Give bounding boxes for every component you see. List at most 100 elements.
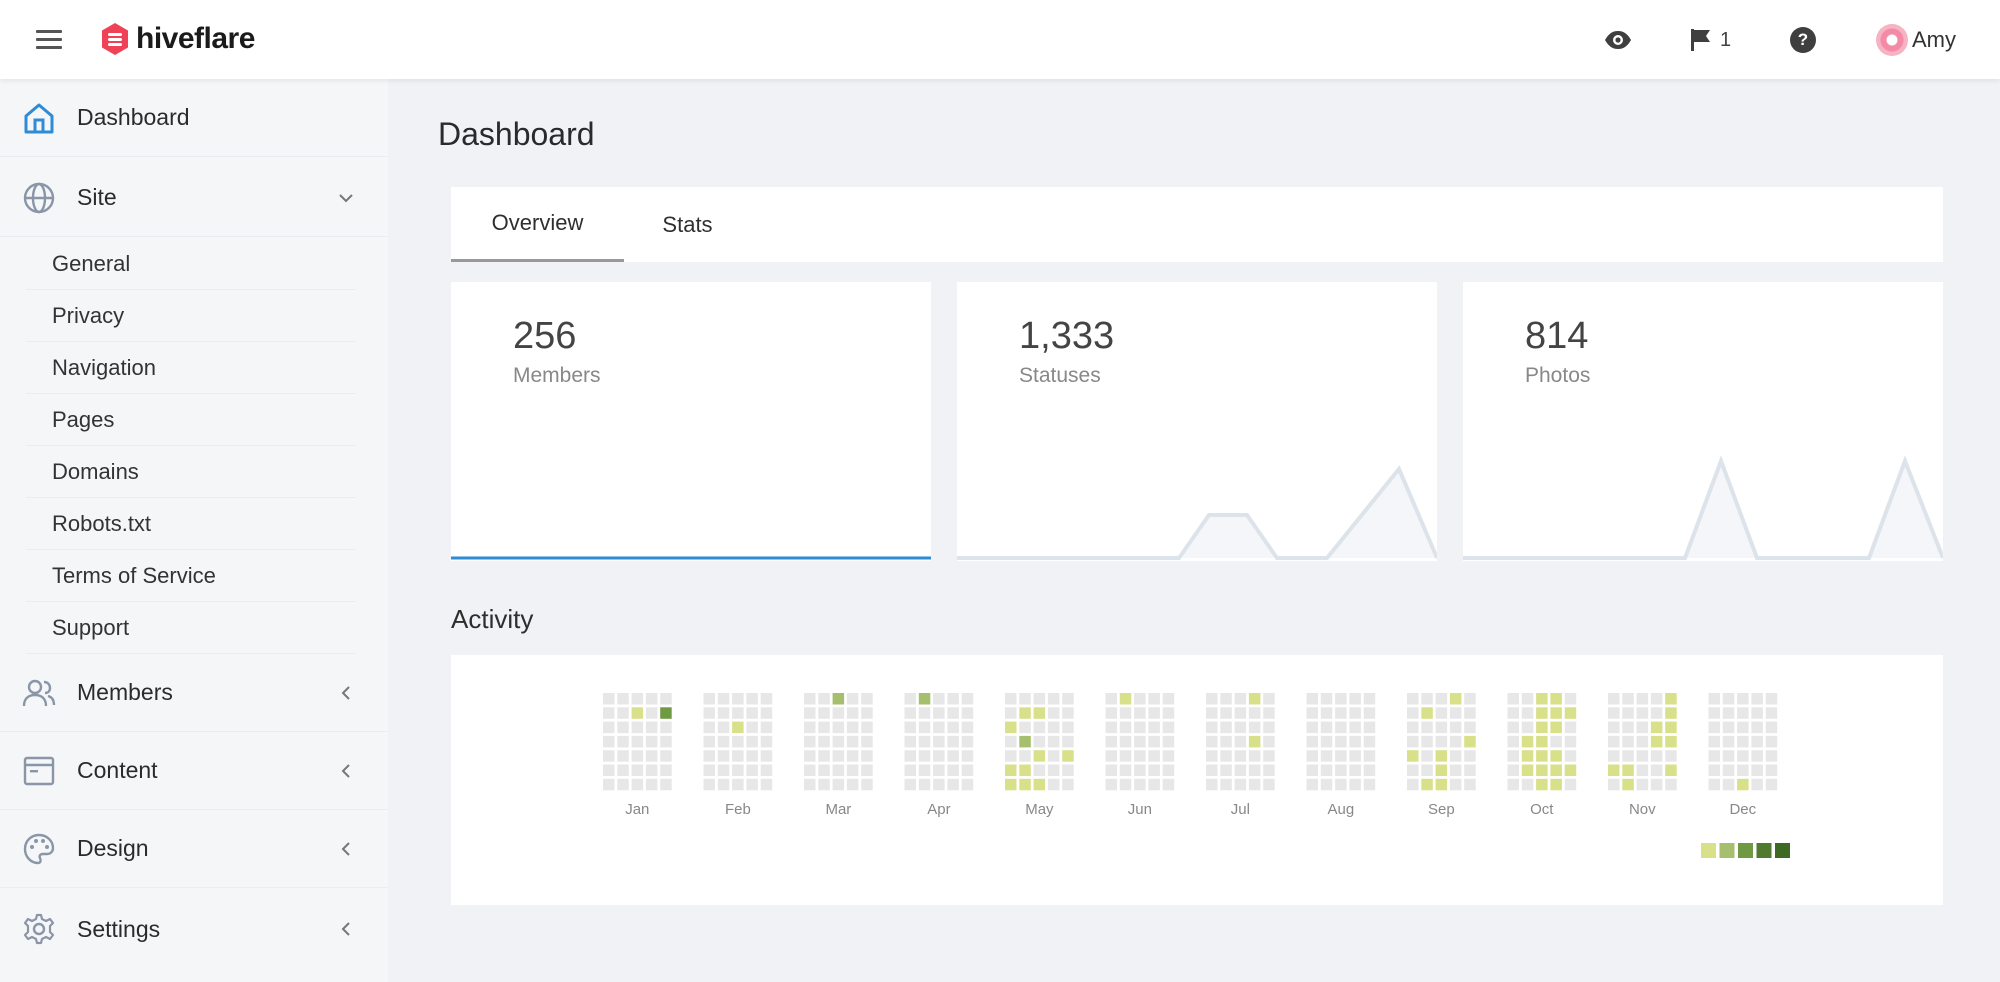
- tab-overview[interactable]: Overview: [451, 187, 624, 262]
- activity-day-cell: [1765, 693, 1778, 705]
- sidebar-item-label: Members: [77, 679, 173, 705]
- activity-day-cell: [1650, 735, 1663, 748]
- activity-day-cell: [1134, 693, 1146, 705]
- activity-day-cell: [1507, 693, 1519, 705]
- activity-day-cell: [1521, 750, 1534, 762]
- activity-day-cell: [1449, 735, 1462, 748]
- sidebar-item-site[interactable]: Site: [0, 159, 388, 237]
- month-label: Jul: [1231, 801, 1250, 818]
- sidebar-item-label: Content: [77, 757, 158, 783]
- activity-day-cell: [1737, 693, 1749, 705]
- activity-day-cell: [617, 778, 629, 791]
- activity-day-cell: [703, 750, 715, 762]
- activity-day-cell: [961, 778, 974, 791]
- activity-day-cell: [1134, 707, 1146, 719]
- activity-day-cell: [1449, 764, 1462, 776]
- sidebar-subitem-pages[interactable]: Pages: [26, 394, 356, 446]
- activity-day-cell: [1550, 750, 1562, 762]
- activity-day-cell: [617, 721, 629, 734]
- stat-card-photos[interactable]: 814 Photos: [1463, 282, 1943, 561]
- activity-day-cell: [603, 707, 615, 719]
- activity-day-cell: [1421, 750, 1433, 762]
- brand-logo[interactable]: hiveflare: [100, 22, 255, 56]
- month-label: Nov: [1629, 801, 1656, 818]
- activity-day-cell: [1005, 735, 1017, 748]
- activity-day-cell: [1005, 764, 1017, 776]
- sidebar-subitem-label: Terms of Service: [52, 562, 216, 588]
- menu-icon[interactable]: [36, 30, 62, 50]
- sidebar-subitem-terms[interactable]: Terms of Service: [26, 550, 356, 602]
- activity-day-cell: [1306, 721, 1318, 734]
- activity-day-cell: [717, 707, 730, 719]
- activity-day-cell: [1536, 750, 1548, 762]
- activity-day-cell: [645, 750, 658, 762]
- activity-day-cell: [904, 693, 916, 705]
- activity-day-cell: [760, 750, 773, 762]
- activity-day-cell: [1062, 707, 1074, 719]
- activity-day-cell: [1033, 764, 1046, 776]
- activity-day-cell: [1521, 764, 1534, 776]
- activity-day-cell: [1765, 707, 1778, 719]
- sidebar-subitem-support[interactable]: Support: [26, 602, 356, 654]
- activity-day-cell: [717, 693, 730, 705]
- activity-day-cell: [1162, 735, 1175, 748]
- activity-day-cell: [832, 707, 845, 719]
- activity-day-cell: [660, 764, 672, 776]
- activity-day-cell: [1019, 693, 1031, 705]
- stat-card-statuses[interactable]: 1,333 Statuses: [957, 282, 1437, 561]
- sidebar-item-content[interactable]: Content: [0, 732, 388, 810]
- sidebar-subitem-navigation[interactable]: Navigation: [26, 342, 356, 394]
- activity-day-cell: [1062, 778, 1074, 791]
- sidebar-subitem-robots[interactable]: Robots.txt: [26, 498, 356, 550]
- activity-day-cell: [818, 693, 830, 705]
- gear-icon: [23, 913, 55, 945]
- help-button[interactable]: ?: [1790, 24, 1816, 56]
- activity-day-cell: [603, 764, 615, 776]
- activity-day-cell: [760, 693, 773, 705]
- sidebar-subitem-general[interactable]: General: [26, 238, 356, 290]
- activity-day-cell: [1564, 721, 1577, 734]
- activity-day-cell: [933, 707, 945, 719]
- activity-day-cell: [1363, 778, 1376, 791]
- sidebar-item-settings[interactable]: Settings: [0, 890, 388, 968]
- members-sparkline: [451, 556, 931, 560]
- activity-day-cell: [1650, 750, 1663, 762]
- sidebar-subitem-privacy[interactable]: Privacy: [26, 290, 356, 342]
- activity-day-cell: [1047, 693, 1060, 705]
- reports-button[interactable]: 1: [1690, 24, 1731, 56]
- stat-card-members[interactable]: 256 Members: [451, 282, 931, 561]
- page-title: Dashboard: [438, 116, 595, 152]
- activity-day-cell: [1335, 750, 1347, 762]
- activity-day-cell: [846, 735, 859, 748]
- activity-day-cell: [1220, 750, 1232, 762]
- activity-day-cell: [1062, 693, 1074, 705]
- activity-day-cell: [1751, 721, 1763, 734]
- activity-day-cell: [1507, 707, 1519, 719]
- activity-day-cell: [1162, 721, 1175, 734]
- sidebar-subitem-domains[interactable]: Domains: [26, 446, 356, 498]
- activity-day-cell: [1162, 764, 1175, 776]
- activity-day-cell: [1320, 707, 1333, 719]
- activity-day-cell: [1363, 764, 1376, 776]
- sidebar-item-design[interactable]: Design: [0, 810, 388, 888]
- month-label: Feb: [725, 801, 751, 818]
- activity-day-cell: [861, 778, 873, 791]
- activity-day-cell: [1148, 750, 1160, 762]
- activity-day-cell: [861, 735, 873, 748]
- tab-stats[interactable]: Stats: [624, 187, 751, 262]
- activity-day-cell: [861, 693, 873, 705]
- activity-day-cell: [631, 778, 644, 791]
- sidebar-item-members[interactable]: Members: [0, 654, 388, 732]
- activity-day-cell: [631, 750, 644, 762]
- activity-day-cell: [617, 764, 629, 776]
- activity-day-cell: [933, 721, 945, 734]
- sidebar-item-dashboard[interactable]: Dashboard: [0, 79, 388, 157]
- preview-button[interactable]: [1604, 24, 1632, 56]
- activity-day-cell: [804, 721, 816, 734]
- activity-day-cell: [603, 721, 615, 734]
- stat-value: 814: [1525, 315, 1589, 357]
- activity-day-cell: [1234, 707, 1247, 719]
- activity-day-cell: [1047, 721, 1060, 734]
- activity-day-cell: [1507, 750, 1519, 762]
- user-menu[interactable]: Amy: [1876, 24, 1956, 56]
